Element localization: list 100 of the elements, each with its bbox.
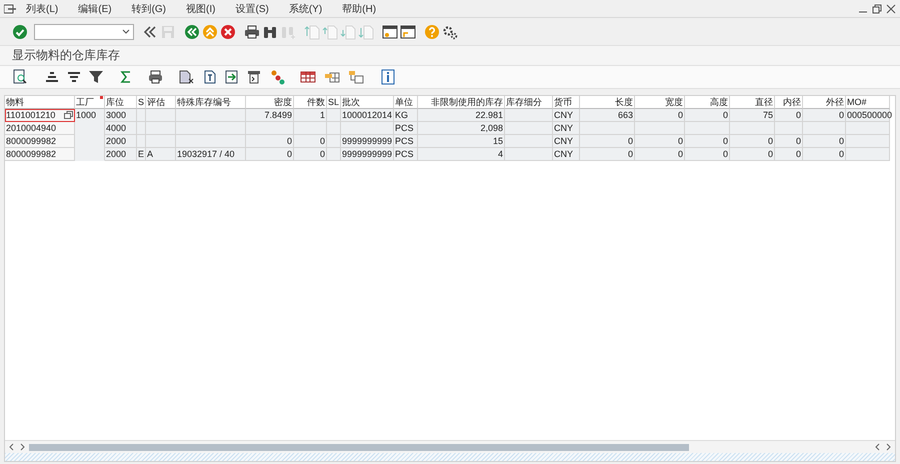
double-chevron-icon[interactable] bbox=[142, 24, 158, 40]
column-header[interactable]: 外径 bbox=[803, 96, 846, 109]
table-cell bbox=[505, 135, 553, 148]
table-cell bbox=[730, 122, 775, 135]
menu-item[interactable]: 转到(G) bbox=[132, 2, 166, 16]
column-header[interactable]: 宽度 bbox=[635, 96, 685, 109]
table-cell: CNY bbox=[553, 109, 580, 122]
table-cell bbox=[775, 122, 803, 135]
table-icon[interactable] bbox=[300, 69, 316, 85]
column-header[interactable]: 件数 bbox=[294, 96, 327, 109]
table-cell: 22.981 bbox=[418, 109, 505, 122]
column-header[interactable]: 货币 bbox=[553, 96, 580, 109]
table-cell: 75 bbox=[730, 109, 775, 122]
column-header[interactable]: 密度 bbox=[246, 96, 294, 109]
table-cell: 4000 bbox=[105, 122, 137, 135]
column-header[interactable]: 单位 bbox=[394, 96, 418, 109]
dropdown-caret-icon[interactable] bbox=[122, 28, 130, 34]
command-field[interactable] bbox=[34, 24, 134, 40]
table-cell bbox=[146, 135, 176, 148]
table-cell bbox=[137, 122, 146, 135]
printer-icon[interactable] bbox=[244, 24, 260, 40]
table-cell bbox=[137, 109, 146, 122]
table-cell: 0 bbox=[685, 135, 730, 148]
printer-icon[interactable] bbox=[148, 69, 164, 85]
table-cell bbox=[246, 122, 294, 135]
column-header[interactable]: 直径 bbox=[730, 96, 775, 109]
table-cell bbox=[635, 122, 685, 135]
table-cell: 0 bbox=[685, 109, 730, 122]
table-cell: 15 bbox=[418, 135, 505, 148]
column-header[interactable]: 工厂 bbox=[75, 96, 105, 109]
column-header[interactable]: 评估 bbox=[146, 96, 176, 109]
table-cell: CNY bbox=[553, 148, 580, 161]
document-icon[interactable] bbox=[202, 69, 218, 85]
scroll-right-icon[interactable] bbox=[885, 443, 891, 451]
table-cell: 0 bbox=[635, 148, 685, 161]
table-cell: KG bbox=[394, 109, 418, 122]
table-cell bbox=[341, 122, 394, 135]
scrollbar-thumb[interactable] bbox=[29, 444, 689, 450]
filter-icon[interactable] bbox=[88, 69, 104, 85]
table-cell bbox=[580, 122, 635, 135]
table-cell: 663 bbox=[580, 109, 635, 122]
table-cell: 0 bbox=[775, 148, 803, 161]
close-icon[interactable] bbox=[886, 4, 896, 14]
table-cell: PCS bbox=[394, 148, 418, 161]
column-header[interactable]: 特殊库存编号 bbox=[176, 96, 246, 109]
table-cell: 4 bbox=[418, 148, 505, 161]
menu-item[interactable]: 视图(I) bbox=[186, 2, 216, 16]
back-icon[interactable] bbox=[184, 24, 200, 40]
table-cell bbox=[176, 109, 246, 122]
column-header[interactable]: MO# bbox=[846, 96, 890, 109]
form-icon[interactable] bbox=[246, 69, 262, 85]
scroll-right-icon[interactable] bbox=[19, 443, 25, 451]
column-header[interactable]: 长度 bbox=[580, 96, 635, 109]
table-cell: PCS bbox=[394, 135, 418, 148]
column-header[interactable]: 批次 bbox=[341, 96, 394, 109]
table-cell: 0 bbox=[730, 148, 775, 161]
table-cell bbox=[146, 109, 176, 122]
sort-descending-icon[interactable] bbox=[66, 69, 82, 85]
table-cell bbox=[327, 109, 341, 122]
table-cell bbox=[685, 122, 730, 135]
checkmark-icon[interactable] bbox=[12, 24, 28, 40]
sort-ascending-icon[interactable] bbox=[44, 69, 60, 85]
letters-icon[interactable] bbox=[270, 69, 286, 85]
table-cell: 2000 bbox=[105, 135, 137, 148]
menu-item[interactable]: 列表(L) bbox=[26, 2, 58, 16]
sheet-cross-icon[interactable] bbox=[178, 69, 194, 85]
info-icon[interactable] bbox=[380, 69, 396, 85]
column-header[interactable]: 内径 bbox=[775, 96, 803, 109]
column-header[interactable]: 库存细分 bbox=[505, 96, 553, 109]
column-header[interactable]: 高度 bbox=[685, 96, 730, 109]
table-cell: 1 bbox=[294, 109, 327, 122]
menu-item[interactable]: 系统(Y) bbox=[288, 2, 322, 16]
table-cell: 2,098 bbox=[418, 122, 505, 135]
table-cell bbox=[803, 122, 846, 135]
menu-item[interactable]: 设置(S) bbox=[235, 2, 269, 16]
menu-item[interactable]: 帮助(H) bbox=[342, 2, 376, 16]
menu-icon[interactable] bbox=[4, 4, 16, 14]
table-cell bbox=[846, 135, 890, 148]
table-cell bbox=[75, 147, 105, 161]
column-header[interactable]: SL bbox=[327, 96, 341, 109]
table-cell[interactable]: 1101001210 bbox=[5, 109, 75, 122]
table-cell: 8000099982 bbox=[5, 135, 75, 148]
column-header[interactable]: 物料 bbox=[5, 96, 75, 109]
menu-item[interactable]: 编辑(E) bbox=[78, 2, 112, 16]
column-header[interactable]: S bbox=[137, 96, 146, 109]
restore-icon[interactable] bbox=[872, 4, 882, 14]
table-cell bbox=[327, 148, 341, 161]
layout-select-icon[interactable] bbox=[348, 69, 364, 85]
table-cell bbox=[146, 122, 176, 135]
scroll-left-icon[interactable] bbox=[9, 443, 15, 451]
table-cell: 0 bbox=[730, 135, 775, 148]
scroll-left-icon[interactable] bbox=[875, 443, 881, 451]
table-cell bbox=[294, 122, 327, 135]
cancel-icon[interactable] bbox=[220, 24, 236, 40]
magnifier-sheet-icon[interactable] bbox=[12, 69, 28, 85]
column-header[interactable]: 库位 bbox=[105, 96, 137, 109]
table-cell bbox=[327, 122, 341, 135]
screen-title: 显示物料的仓库库存 bbox=[12, 47, 120, 64]
column-header[interactable]: 非限制使用的库存 bbox=[418, 96, 505, 109]
table-cell: 0 bbox=[635, 135, 685, 148]
